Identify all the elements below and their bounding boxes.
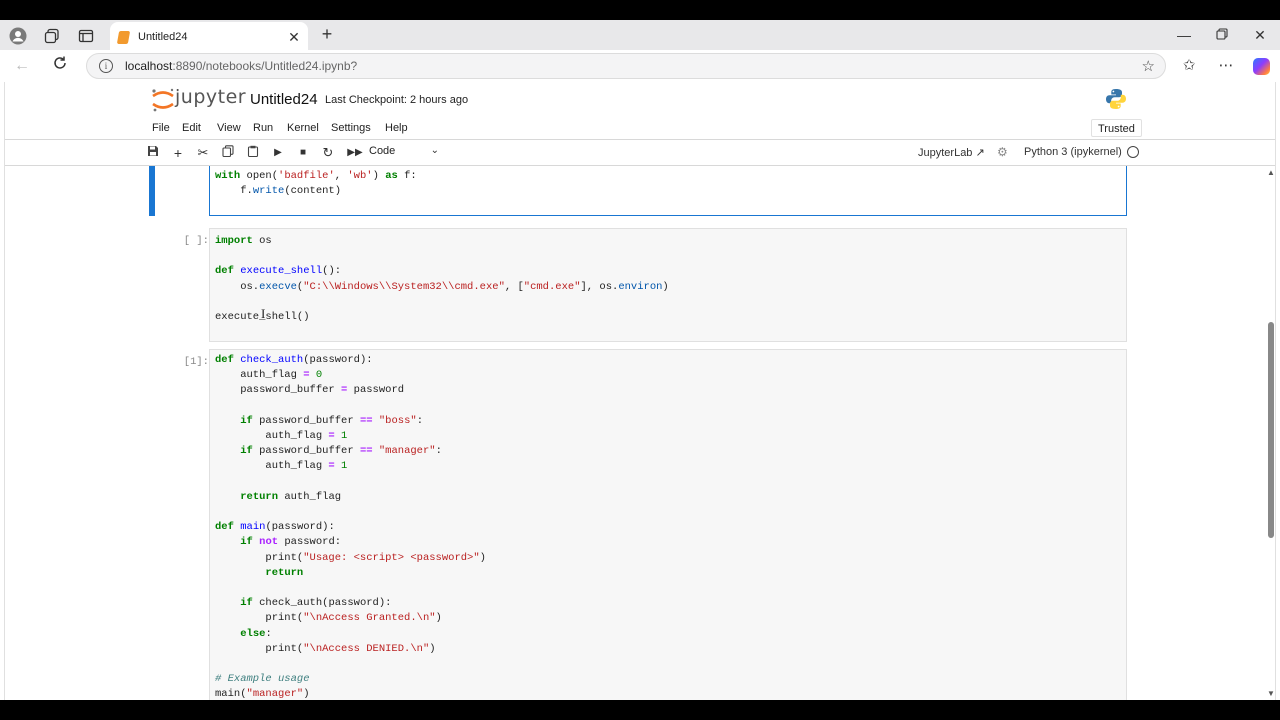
code-cell-3[interactable]: [1]: def check_auth(password): auth_flag… [149, 349, 1133, 700]
menu-file[interactable]: File [152, 122, 170, 134]
copy-icon[interactable] [220, 145, 236, 161]
cell-type-select[interactable]: Code ⌄ [369, 145, 443, 161]
restart-run-all-icon[interactable]: ▶▶ [345, 145, 365, 161]
url-path: :8890/notebooks/Untitled24.ipynb? [172, 59, 358, 73]
notebook-page: jupyter Untitled24 Last Checkpoint: 2 ho… [4, 82, 1276, 700]
scroll-down-icon[interactable]: ▼ [1267, 689, 1275, 698]
cell-prompt: [1]: [183, 356, 209, 368]
code-cell-1[interactable]: with open('badfile', 'wb') as f: f.write… [149, 166, 1133, 216]
python-logo-icon [1106, 89, 1126, 109]
kernel-status-icon [1127, 146, 1139, 158]
menu-run[interactable]: Run [253, 122, 273, 134]
window-close-icon[interactable]: ✕ [1246, 24, 1274, 46]
insert-cell-icon[interactable]: + [170, 145, 186, 161]
restore-icon[interactable] [1208, 24, 1236, 46]
cell-editor[interactable]: with open('badfile', 'wb') as f: f.write… [209, 166, 1127, 216]
tab-strip: Untitled24 ✕ + — ✕ [0, 20, 1280, 52]
menu-edit[interactable]: Edit [182, 122, 201, 134]
new-tab-icon[interactable]: + [316, 23, 338, 45]
profile-icon[interactable] [6, 25, 30, 47]
letterbox-bottom [0, 700, 1280, 720]
scrollbar-thumb[interactable] [1268, 322, 1274, 538]
notebook-title[interactable]: Untitled24 [250, 91, 318, 108]
address-bar[interactable]: i localhost:8890/notebooks/Untitled24.ip… [86, 53, 1166, 79]
tab-actions-icon[interactable] [74, 25, 98, 47]
url-host: localhost [125, 59, 173, 73]
cell-editor[interactable]: import os def execute_shell(): os.execve… [209, 228, 1127, 342]
jupyter-wordmark[interactable]: jupyter [175, 86, 246, 108]
last-checkpoint: Last Checkpoint: 2 hours ago [325, 94, 469, 106]
cell-code: with open('badfile', 'wb') as f: f.write… [215, 170, 417, 198]
scroll-up-icon[interactable]: ▲ [1267, 168, 1275, 177]
external-link-icon: ↗ [975, 147, 985, 159]
menu-view[interactable]: View [217, 122, 241, 134]
jupyter-header: jupyter Untitled24 Last Checkpoint: 2 ho… [5, 82, 1275, 118]
chevron-down-icon: ⌄ [430, 145, 439, 156]
notebook-favicon-icon [116, 30, 131, 44]
paste-icon[interactable] [245, 145, 261, 161]
address-row: ← i localhost:8890/notebooks/Untitled24.… [0, 50, 1280, 82]
browser-window: Untitled24 ✕ + — ✕ ← i localhost:8890/no… [0, 20, 1280, 700]
jupyterlab-link[interactable]: JupyterLab ↗ [918, 146, 985, 159]
jupyter-logo-icon[interactable] [150, 87, 176, 113]
cell-prompt: [ ]: [183, 235, 209, 247]
run-icon[interactable]: ▶ [270, 145, 286, 161]
cut-icon[interactable]: ✂ [195, 145, 211, 161]
jupyterlab-link-label: JupyterLab [918, 147, 973, 159]
refresh-icon[interactable] [48, 55, 72, 77]
menu-settings[interactable]: Settings [331, 122, 371, 134]
tab-untitled24[interactable]: Untitled24 ✕ [110, 22, 308, 52]
cell-type-value: Code [369, 145, 396, 157]
cell-editor[interactable]: def check_auth(password): auth_flag = 0 … [209, 349, 1127, 700]
back-icon[interactable]: ← [10, 55, 34, 77]
notebook-toolbar: + ✂ ▶ ■ ↻ ▶▶ Code ⌄ JupyterLab ↗ ⚙ Pytho… [5, 140, 1275, 166]
code-cell-2[interactable]: [ ]: import os def execute_shell(): os.e… [149, 228, 1133, 342]
copilot-icon[interactable] [1253, 58, 1270, 75]
menu-kernel[interactable]: Kernel [287, 122, 319, 134]
more-options-icon[interactable]: ⋯ [1213, 55, 1239, 77]
close-icon[interactable]: ✕ [286, 29, 302, 46]
save-icon[interactable] [145, 145, 161, 161]
workspaces-icon[interactable] [40, 25, 64, 47]
notebook-cells-area[interactable]: with open('badfile', 'wb') as f: f.write… [5, 166, 1275, 700]
stop-icon[interactable]: ■ [295, 145, 311, 161]
kernel-settings-icon[interactable]: ⚙ [997, 145, 1008, 159]
menu-help[interactable]: Help [385, 122, 408, 134]
tab-title: Untitled24 [138, 31, 188, 43]
minimize-icon[interactable]: — [1170, 24, 1198, 46]
favorites-icon[interactable]: ✩ [1176, 55, 1202, 77]
trusted-indicator[interactable]: Trusted [1091, 119, 1142, 137]
notebook-scrollbar[interactable]: ▲ ▼ [1266, 168, 1276, 698]
cell-selection-bar [149, 166, 155, 216]
cell-code: import os def execute_shell(): os.execve… [215, 235, 669, 324]
menu-bar: File Edit View Run Kernel Settings Help … [5, 118, 1275, 140]
kernel-name[interactable]: Python 3 (ipykernel) [1024, 146, 1122, 158]
mouse-ibeam-cursor: I [261, 306, 266, 321]
cell-code: def check_auth(password): auth_flag = 0 … [215, 354, 486, 700]
favorite-star-icon[interactable]: ☆ [1142, 57, 1155, 75]
restart-icon[interactable]: ↻ [320, 145, 336, 161]
site-info-icon[interactable]: i [99, 59, 113, 73]
